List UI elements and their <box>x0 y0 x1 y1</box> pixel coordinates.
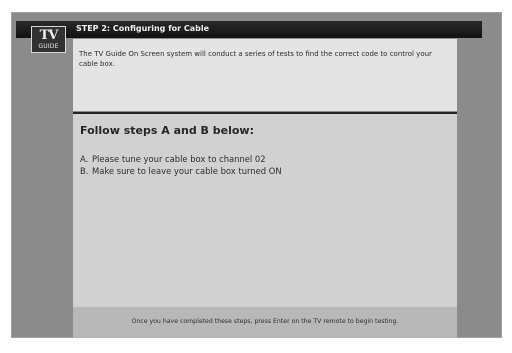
logo-guide-text: GUIDE <box>38 43 59 50</box>
footer-instruction: Once you have completed these steps, pre… <box>73 307 457 338</box>
step-list: A. Please tune your cable box to channel … <box>80 153 282 177</box>
step-a: A. Please tune your cable box to channel … <box>80 153 282 165</box>
description-text: The TV Guide On Screen system will condu… <box>79 50 432 68</box>
logo-tv-text: TV <box>39 28 59 43</box>
main-panel: Follow steps A and B below: A. Please tun… <box>73 112 457 307</box>
step-a-letter: A. <box>80 154 89 164</box>
step-b-letter: B. <box>80 166 89 176</box>
step-a-text: Please tune your cable box to channel 02 <box>92 154 266 164</box>
main-heading: Follow steps A and B below: <box>80 124 254 137</box>
step-b: B. Make sure to leave your cable box turn… <box>80 165 282 177</box>
tv-guide-logo: TV GUIDE <box>31 26 66 53</box>
description-panel: The TV Guide On Screen system will condu… <box>73 39 457 111</box>
step-b-text: Make sure to leave your cable box turned… <box>92 166 282 176</box>
step-title: STEP 2: Configuring for Cable <box>76 24 210 33</box>
